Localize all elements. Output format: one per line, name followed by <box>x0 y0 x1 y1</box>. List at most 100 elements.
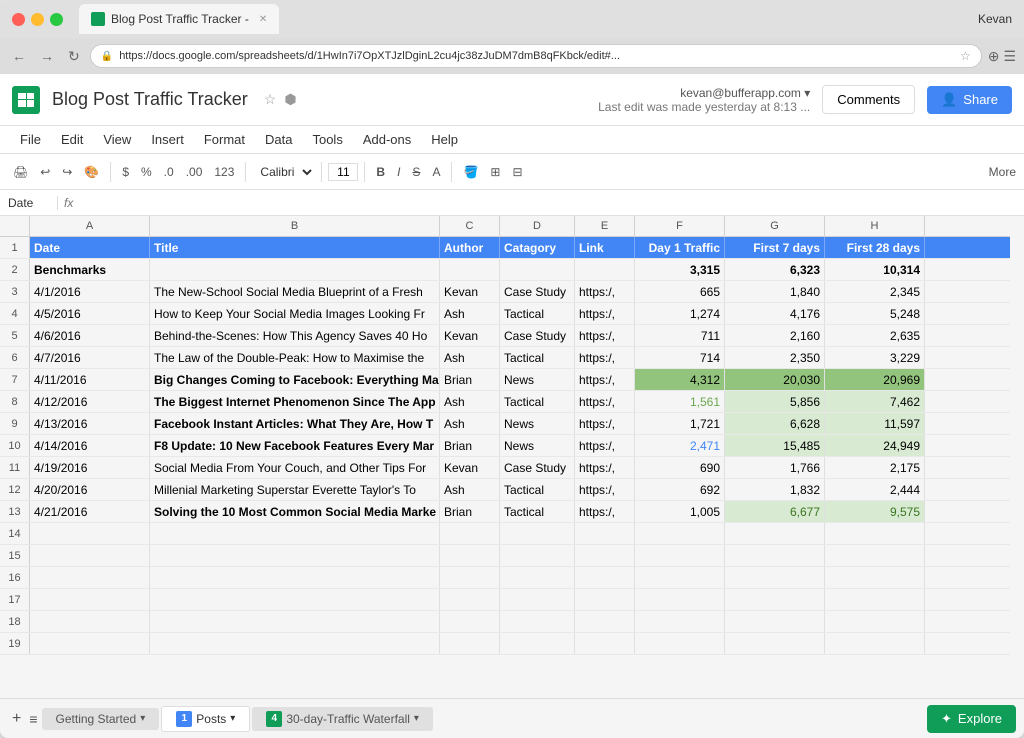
menu-edit[interactable]: Edit <box>53 130 91 149</box>
menu-icon[interactable]: ☰ <box>1003 48 1016 65</box>
table-row[interactable]: 2Benchmarks3,3156,32310,314 <box>0 259 1010 281</box>
cell[interactable] <box>825 545 925 566</box>
table-row[interactable]: 74/11/2016Big Changes Coming to Facebook… <box>0 369 1010 391</box>
paint-format-button[interactable]: 🎨 <box>79 162 104 182</box>
cell[interactable]: 2,175 <box>825 457 925 478</box>
cell[interactable]: 3,315 <box>635 259 725 280</box>
cell[interactable]: 7,462 <box>825 391 925 412</box>
cell[interactable]: Facebook Instant Articles: What They Are… <box>150 413 440 434</box>
cell[interactable] <box>150 567 440 588</box>
cell[interactable]: https:/, <box>575 457 635 478</box>
cell-reference[interactable]: Date <box>8 196 58 210</box>
cell[interactable]: https:/, <box>575 325 635 346</box>
cell[interactable]: Solving the 10 Most Common Social Media … <box>150 501 440 522</box>
menu-format[interactable]: Format <box>196 130 253 149</box>
cell[interactable]: 1,840 <box>725 281 825 302</box>
menu-data[interactable]: Data <box>257 130 300 149</box>
cell[interactable]: Behind-the-Scenes: How This Agency Saves… <box>150 325 440 346</box>
cell[interactable] <box>725 611 825 632</box>
undo-button[interactable]: ↩ <box>35 162 55 182</box>
cell[interactable] <box>30 567 150 588</box>
merge-button[interactable]: ⊟ <box>507 162 527 182</box>
cell[interactable] <box>635 589 725 610</box>
cell[interactable]: 4/11/2016 <box>30 369 150 390</box>
cell[interactable] <box>575 633 635 654</box>
cell[interactable]: Millenial Marketing Superstar Everette T… <box>150 479 440 500</box>
cell[interactable] <box>575 545 635 566</box>
reload-button[interactable]: ↻ <box>64 46 84 67</box>
cell[interactable] <box>500 523 575 544</box>
add-sheet-button[interactable]: + <box>8 710 25 728</box>
cell[interactable]: 1,274 <box>635 303 725 324</box>
cell[interactable]: 4/14/2016 <box>30 435 150 456</box>
cell[interactable] <box>440 545 500 566</box>
comments-button[interactable]: Comments <box>822 85 915 114</box>
sheet-body[interactable]: 1DateTitleAuthorCatagoryLinkDay 1 Traffi… <box>0 237 1010 698</box>
cell[interactable]: F8 Update: 10 New Facebook Features Ever… <box>150 435 440 456</box>
cell[interactable]: https:/, <box>575 281 635 302</box>
cell[interactable]: First 7 days <box>725 237 825 258</box>
cell[interactable] <box>150 259 440 280</box>
cell[interactable] <box>575 523 635 544</box>
format-123-button[interactable]: 123 <box>209 162 239 182</box>
cell[interactable]: 690 <box>635 457 725 478</box>
cell[interactable] <box>150 633 440 654</box>
cell[interactable]: 1,721 <box>635 413 725 434</box>
cell[interactable]: 15,485 <box>725 435 825 456</box>
cell[interactable]: Day 1 Traffic <box>635 237 725 258</box>
borders-button[interactable]: ⊞ <box>485 162 505 182</box>
cell[interactable]: 6,628 <box>725 413 825 434</box>
cell[interactable]: Case Study <box>500 325 575 346</box>
cell[interactable]: Case Study <box>500 457 575 478</box>
more-button[interactable]: More <box>989 165 1016 179</box>
cell[interactable]: 1,561 <box>635 391 725 412</box>
cell[interactable]: Date <box>30 237 150 258</box>
cell[interactable]: 2,350 <box>725 347 825 368</box>
cell[interactable]: Ash <box>440 303 500 324</box>
close-button[interactable] <box>12 13 25 26</box>
cell[interactable] <box>150 611 440 632</box>
cell[interactable]: 4/20/2016 <box>30 479 150 500</box>
table-row[interactable]: 14 <box>0 523 1010 545</box>
cell[interactable] <box>575 589 635 610</box>
cell[interactable] <box>825 633 925 654</box>
decimal-increase-button[interactable]: .00 <box>181 162 208 182</box>
col-header-c[interactable]: C <box>440 216 500 236</box>
cell[interactable] <box>500 633 575 654</box>
cell[interactable]: Brian <box>440 369 500 390</box>
cell[interactable]: 2,160 <box>725 325 825 346</box>
cell[interactable] <box>575 567 635 588</box>
tab-getting-started[interactable]: Getting Started ▾ <box>42 708 160 730</box>
back-button[interactable]: ← <box>8 46 30 66</box>
cell[interactable]: Tactical <box>500 391 575 412</box>
cell[interactable]: Brian <box>440 501 500 522</box>
cell[interactable]: Big Changes Coming to Facebook: Everythi… <box>150 369 440 390</box>
cell[interactable] <box>440 567 500 588</box>
forward-button[interactable]: → <box>36 46 58 66</box>
cell[interactable]: 714 <box>635 347 725 368</box>
cell[interactable]: 1,832 <box>725 479 825 500</box>
cell[interactable]: 20,969 <box>825 369 925 390</box>
cell[interactable] <box>635 545 725 566</box>
user-email[interactable]: kevan@bufferapp.com ▾ <box>680 86 810 100</box>
table-row[interactable]: 1DateTitleAuthorCatagoryLinkDay 1 Traffi… <box>0 237 1010 259</box>
tab-close-icon[interactable]: ✕ <box>259 14 267 25</box>
cell[interactable]: 4/6/2016 <box>30 325 150 346</box>
bookmark-icon[interactable]: ☆ <box>960 49 971 63</box>
currency-button[interactable]: $ <box>117 162 134 182</box>
cell[interactable]: First 28 days <box>825 237 925 258</box>
table-row[interactable]: 15 <box>0 545 1010 567</box>
cell[interactable]: The New-School Social Media Blueprint of… <box>150 281 440 302</box>
cell[interactable]: 4,312 <box>635 369 725 390</box>
cell[interactable]: Ash <box>440 391 500 412</box>
cell[interactable] <box>440 633 500 654</box>
cell[interactable] <box>500 567 575 588</box>
cell[interactable]: 4/19/2016 <box>30 457 150 478</box>
cell[interactable]: Kevan <box>440 325 500 346</box>
cell[interactable]: 4/12/2016 <box>30 391 150 412</box>
cell[interactable]: https:/, <box>575 303 635 324</box>
cell[interactable]: Ash <box>440 413 500 434</box>
cell[interactable] <box>440 523 500 544</box>
cell[interactable] <box>500 259 575 280</box>
cell[interactable]: Tactical <box>500 347 575 368</box>
